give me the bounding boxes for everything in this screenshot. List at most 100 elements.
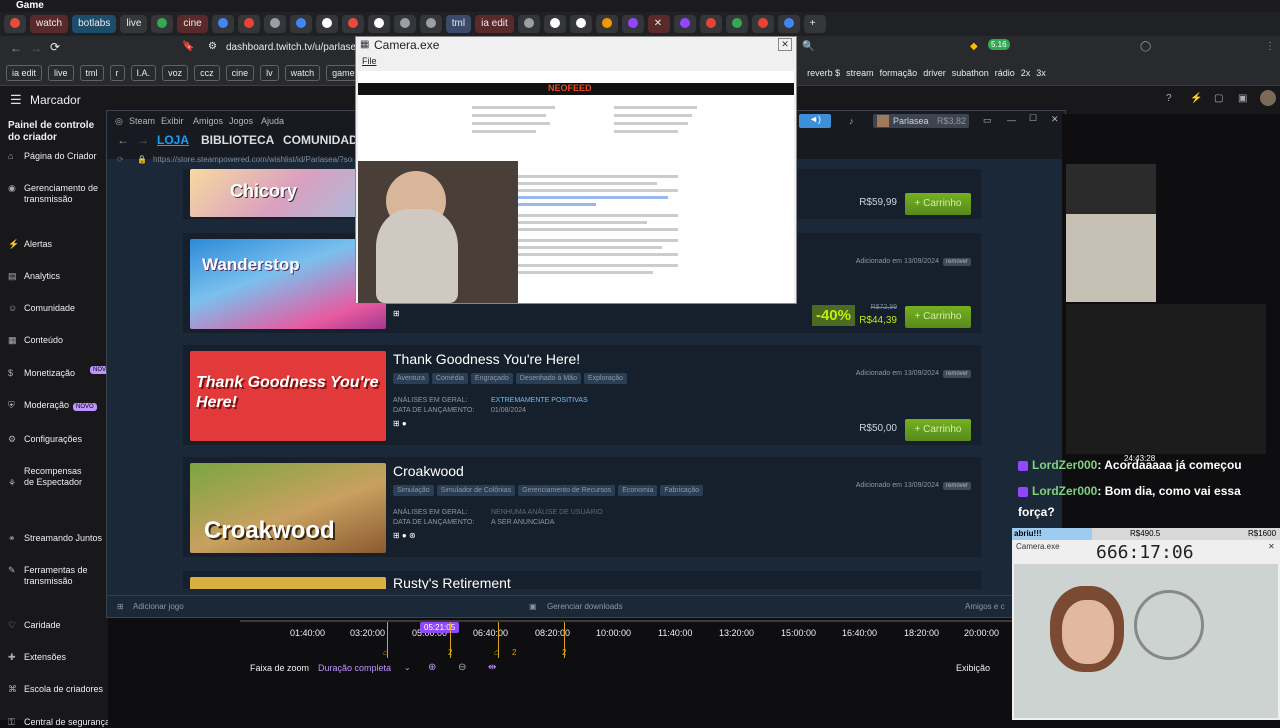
tag[interactable]: Engraçado	[470, 373, 513, 384]
remove-button[interactable]: remover	[942, 482, 971, 490]
remove-button[interactable]: remover	[942, 258, 971, 266]
tab-icon-5[interactable]	[263, 15, 286, 33]
avatar[interactable]	[1260, 90, 1276, 106]
tab-tml[interactable]: tml	[445, 15, 472, 33]
reload-icon[interactable]: ⟳	[50, 40, 60, 54]
tab-icon-14[interactable]	[569, 15, 592, 33]
tab-watch[interactable]: watch	[30, 15, 69, 33]
bookmark-tml[interactable]: tml	[79, 64, 104, 81]
tab-icon-1[interactable]	[4, 15, 26, 33]
new-tab-button[interactable]: +	[803, 15, 826, 33]
sidebar-item-configuracoes[interactable]: ⚙ Configurações	[0, 434, 108, 445]
add-to-cart-button[interactable]: + Carrinho	[905, 193, 971, 215]
sidebar-item-caridade[interactable]: ♡ Caridade	[0, 620, 108, 631]
hamburger-icon[interactable]: ☰	[10, 92, 22, 108]
add-to-cart-button[interactable]: + Carrinho	[905, 419, 971, 441]
tab-live[interactable]: live	[120, 15, 148, 33]
game-capsule-image[interactable]: Thank Goodness You're Here!	[190, 351, 386, 441]
reviews-value[interactable]: EXTREMAMENTE POSITIVAS	[491, 397, 588, 404]
site-info-icon[interactable]: ⚙	[208, 41, 217, 52]
bookmark-voz[interactable]: voz	[162, 64, 189, 81]
sidebar-item-comunidade[interactable]: ☺ Comunidade	[0, 303, 108, 314]
tab-icon-3[interactable]	[211, 15, 234, 33]
game-capsule-image[interactable]: Croakwood	[190, 463, 386, 553]
tag[interactable]: Exploração	[583, 373, 628, 384]
sidebar-item-gerenciamento[interactable]: ◉ Gerenciamento de transmissão	[0, 183, 108, 205]
screen-icon[interactable]: ▭	[983, 115, 992, 126]
analytics-icon[interactable]: ⚡	[1190, 93, 1202, 104]
friends-button[interactable]: Amigos e c	[965, 602, 1005, 611]
tab-icon-12[interactable]	[517, 15, 540, 33]
bookmark-subathon[interactable]: subathon	[952, 68, 989, 78]
bookmark-ia[interactable]: I.A.	[130, 64, 157, 81]
zoom-out-icon[interactable]: ⊖	[458, 662, 466, 673]
help-icon[interactable]: ?	[1166, 93, 1172, 104]
tab-icon-7[interactable]	[315, 15, 338, 33]
tab-icon-19[interactable]	[725, 15, 748, 33]
sidebar-item-conteudo[interactable]: ▦ Conteúdo	[0, 335, 108, 346]
search-icon[interactable]: 🔍	[802, 41, 814, 52]
menu-ajuda[interactable]: Ajuda	[261, 116, 284, 126]
close-icon[interactable]: ✕	[1268, 542, 1275, 551]
game-title[interactable]: Rusty's Retirement	[393, 575, 511, 589]
chat-username[interactable]: LordZer000	[1032, 458, 1097, 472]
tab-icon-16[interactable]	[621, 15, 644, 33]
close-icon[interactable]: ✕	[1051, 114, 1059, 125]
broadcast-icon[interactable]: ◄)	[799, 114, 831, 128]
bookmark-2x[interactable]: 2x	[1021, 68, 1031, 78]
tab-icon-17[interactable]	[673, 15, 696, 33]
bookmark-formacao[interactable]: formação	[880, 68, 918, 78]
bookmark-icon[interactable]: 🔖	[182, 41, 194, 52]
timeline-track[interactable]	[240, 620, 1012, 622]
tag[interactable]: Fabricação	[660, 485, 704, 496]
tab-icon-21[interactable]	[777, 15, 800, 33]
playhead-time[interactable]: 05:21:05	[420, 622, 460, 633]
tab-icon-8[interactable]	[341, 15, 364, 33]
back-icon[interactable]: ←	[10, 41, 22, 55]
notification-icon[interactable]: ▢	[1214, 93, 1223, 104]
bookmark-3x[interactable]: 3x	[1036, 68, 1046, 78]
marker-flag-icon[interactable]: ⌂	[383, 648, 388, 657]
game-title[interactable]: Croakwood	[393, 463, 464, 479]
whisper-icon[interactable]: ▣	[1238, 93, 1247, 104]
profile-icon[interactable]: ◯	[1140, 41, 1151, 52]
nav-loja[interactable]: LOJA	[157, 133, 189, 147]
manage-downloads-button[interactable]: Gerenciar downloads	[547, 602, 623, 611]
tab-icon-6[interactable]	[289, 15, 312, 33]
tab-botlabs[interactable]: botlabs	[72, 15, 117, 33]
game-title[interactable]: Thank Goodness You're Here!	[393, 351, 580, 367]
url-field[interactable]: dashboard.twitch.tv/u/parlasea	[226, 42, 362, 53]
bookmark-lv[interactable]: lv	[260, 64, 279, 81]
tab-icon-13[interactable]	[543, 15, 566, 33]
extension-icon[interactable]: ◆	[970, 41, 978, 52]
tab-icon-9[interactable]	[367, 15, 390, 33]
game-capsule-image[interactable]	[190, 577, 386, 589]
menu-exibir[interactable]: Exibir	[161, 116, 184, 126]
sidebar-item-ferramentas[interactable]: ✎ Ferramentas de transmissão	[0, 565, 108, 587]
add-to-cart-button[interactable]: + Carrinho	[905, 306, 971, 328]
tab-cine[interactable]: cine	[177, 15, 208, 33]
sidebar-item-recompensas[interactable]: ⚘ Recompensas de Espectador	[0, 466, 84, 488]
minimize-icon[interactable]: —	[1007, 115, 1016, 125]
chat-username[interactable]: LordZer000	[1032, 484, 1097, 498]
reload-icon[interactable]: ⟳	[117, 155, 124, 164]
nav-comunidade[interactable]: COMUNIDADE	[283, 133, 366, 147]
close-icon[interactable]: ✕	[778, 38, 792, 51]
tag[interactable]: Gerenciamento de Recursos	[518, 485, 616, 496]
add-icon[interactable]: ⊞	[117, 602, 124, 611]
tag[interactable]: Simulação	[393, 485, 434, 496]
forward-icon[interactable]: →	[137, 133, 149, 147]
chevron-down-icon[interactable]: ⌄	[404, 663, 411, 672]
exhibit-button[interactable]: Exibição	[956, 663, 990, 673]
tab-icon-18[interactable]	[699, 15, 722, 33]
tag[interactable]: Comédia	[431, 373, 468, 384]
notification-bell-icon[interactable]: ♪	[849, 116, 854, 126]
tab-icon-10[interactable]	[393, 15, 416, 33]
menu-icon[interactable]: ⋮	[1265, 41, 1275, 52]
bookmark-live[interactable]: live	[48, 64, 74, 81]
tag[interactable]: Aventura	[393, 373, 429, 384]
tab-icon-2[interactable]	[151, 15, 174, 33]
zoom-select[interactable]: Duração completa	[318, 663, 391, 673]
menu-jogos[interactable]: Jogos	[229, 116, 253, 126]
extension-badge[interactable]: 5.16	[988, 39, 1010, 50]
